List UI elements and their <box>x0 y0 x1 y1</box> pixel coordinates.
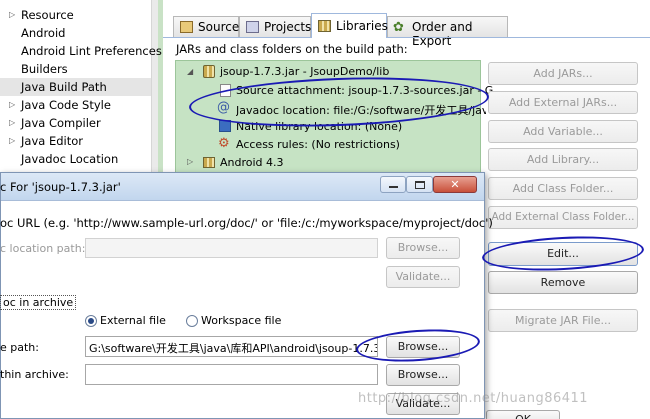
add-variable-button[interactable]: Add Variable... <box>488 120 638 143</box>
close-icon: ✕ <box>450 178 460 191</box>
tab-order-export[interactable]: ✿ Order and Export <box>387 16 508 48</box>
sidebar-item[interactable]: Builders <box>0 60 151 78</box>
sidebar-item[interactable]: ▷ Java Code Style <box>0 96 151 114</box>
sidebar-item-label: Javadoc Location <box>21 152 119 166</box>
tab-libraries-label: Libraries <box>336 19 388 33</box>
tab-libraries[interactable]: Libraries <box>311 13 388 38</box>
workspace-file-label[interactable]: Workspace file <box>201 314 281 327</box>
expand-right-icon[interactable]: ▷ <box>187 157 193 166</box>
jar-icon <box>203 65 215 78</box>
package-icon <box>180 21 193 33</box>
location-browse-button[interactable]: Browse... <box>386 237 460 259</box>
expand-down-icon[interactable]: ◢ <box>187 67 193 76</box>
order-export-icon: ✿ <box>393 20 404 35</box>
access-rules-icon: ⚙ <box>218 136 230 151</box>
tab-underline <box>163 37 650 38</box>
maximize-button[interactable] <box>406 176 433 193</box>
in-archive-label[interactable]: oc in archive <box>0 295 77 310</box>
javadoc-url-label: oc URL (e.g. 'http://www.sample-url.org/… <box>0 216 493 230</box>
tab-order-export-label: Order and Export <box>412 20 473 48</box>
sidebar-item[interactable]: ▷ Resource <box>0 6 151 24</box>
sidebar-item[interactable]: ▷ Java Editor <box>0 132 151 150</box>
watermark: http://blog.csdn.net/huang86411 <box>358 391 589 406</box>
sidebar-item-label: Android Lint Preferences <box>21 44 162 58</box>
sidebar-item-label: Resource <box>21 8 74 22</box>
sidebar-item[interactable]: Android <box>0 24 151 42</box>
add-external-class-folder-button[interactable]: Add External Class Folder... <box>488 206 638 229</box>
expand-right-icon[interactable]: ▷ <box>9 136 15 145</box>
sidebar-item[interactable]: Javadoc Location <box>0 150 151 168</box>
remove-button[interactable]: Remove <box>488 271 638 294</box>
expand-right-icon[interactable]: ▷ <box>9 10 15 19</box>
jar-label: jsoup-1.7.3.jar - JsoupDemo/lib <box>220 65 390 78</box>
sidebar-item-label: Builders <box>21 62 68 76</box>
sidebar-item[interactable]: Java Build Path <box>0 78 151 96</box>
sidebar-item-label: Java Build Path <box>21 80 107 94</box>
add-jars-button[interactable]: Add JARs... <box>488 62 638 85</box>
add-external-jars-button[interactable]: Add External JARs... <box>488 91 638 114</box>
build-path-label: JARs and class folders on the build path… <box>176 42 408 56</box>
migrate-jar-button[interactable]: Migrate JAR File... <box>488 309 638 332</box>
tab-projects[interactable]: Projects <box>239 16 311 37</box>
add-class-folder-button[interactable]: Add Class Folder... <box>488 177 638 200</box>
location-path-input[interactable] <box>85 238 378 258</box>
tab-source-label: Source <box>198 20 240 34</box>
android-label: Android 4.3 <box>220 156 284 169</box>
sidebar-item-label: Java Editor <box>21 134 83 148</box>
sidebar-item[interactable]: ▷ Java Compiler <box>0 114 151 132</box>
sidebar-item-label: Java Code Style <box>21 98 111 112</box>
external-file-radio[interactable] <box>85 315 97 327</box>
path-within-archive-label: thin archive: <box>0 368 69 381</box>
libraries-icon <box>318 20 331 32</box>
archive-path-value: G:\software\开发工具\java\库和API\android\jsou… <box>89 342 378 355</box>
close-button[interactable]: ✕ <box>433 176 477 193</box>
external-file-label[interactable]: External file <box>100 314 166 327</box>
access-rules-label: Access rules: (No restrictions) <box>236 138 400 151</box>
add-library-button[interactable]: Add Library... <box>488 148 638 171</box>
expand-right-icon[interactable]: ▷ <box>9 118 15 127</box>
projects-icon <box>246 21 259 33</box>
archive-path-label: e path: <box>0 341 39 354</box>
path-within-archive-input[interactable] <box>85 364 378 385</box>
within-archive-browse-button[interactable]: Browse... <box>386 364 460 386</box>
workspace-file-radio[interactable] <box>186 315 198 327</box>
archive-path-input[interactable]: G:\software\开发工具\java\库和API\android\jsou… <box>85 336 378 357</box>
sidebar-item[interactable]: Android Lint Preferences <box>0 42 162 60</box>
ok-button[interactable]: OK <box>486 410 560 419</box>
tab-projects-label: Projects <box>264 20 312 34</box>
minimize-icon <box>389 186 398 188</box>
tab-source[interactable]: Source <box>173 16 239 37</box>
expand-right-icon[interactable]: ▷ <box>9 100 15 109</box>
android-library-icon <box>203 157 215 168</box>
dialog-title: c For 'jsoup-1.7.3.jar' <box>0 180 121 194</box>
nav-scrollbar-track[interactable] <box>151 0 158 178</box>
sidebar-item-label: Java Compiler <box>21 116 101 130</box>
sidebar-item-label: Android <box>21 26 66 40</box>
location-path-label: c location path: <box>0 242 86 255</box>
radio-dot <box>88 318 94 324</box>
maximize-icon <box>415 181 425 189</box>
location-validate-button[interactable]: Validate... <box>386 266 460 288</box>
minimize-button[interactable] <box>380 176 406 193</box>
